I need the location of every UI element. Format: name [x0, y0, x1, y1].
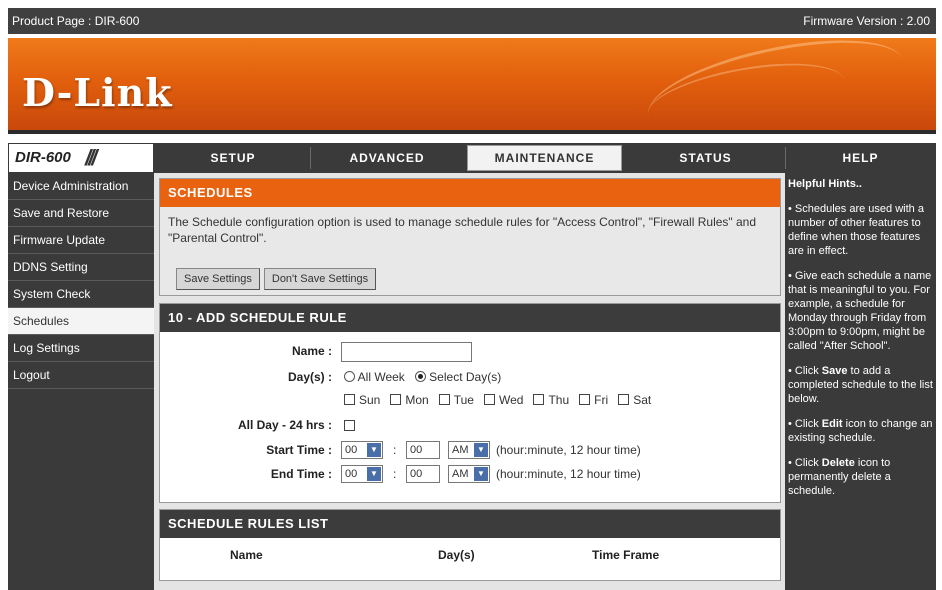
schedule-name-input[interactable]: [341, 342, 472, 362]
column-header-time-frame: Time Frame: [592, 548, 660, 562]
save-settings-button[interactable]: Save Settings: [176, 268, 260, 290]
settings-buttons: Save Settings Don't Save Settings: [176, 268, 380, 290]
chevron-down-icon: ▼: [367, 467, 381, 481]
end-hour-select[interactable]: 00 ▼: [341, 465, 383, 483]
sidebar-item-firmware-update[interactable]: Firmware Update: [8, 227, 154, 254]
fri-checkbox[interactable]: [579, 394, 591, 405]
sidebar-item-save-and-restore[interactable]: Save and Restore: [8, 200, 154, 227]
chevron-down-icon: ▼: [367, 443, 381, 457]
end-ampm-value: AM: [452, 468, 469, 480]
start-hour-value: 00: [345, 444, 358, 456]
start-ampm-select[interactable]: AM ▼: [448, 441, 490, 459]
dont-save-settings-button[interactable]: Don't Save Settings: [263, 268, 377, 290]
time-colon: :: [393, 443, 397, 457]
days-mode-group: All Week Select Day(s): [344, 370, 501, 384]
left-sidebar: Device Administration Save and Restore F…: [8, 173, 154, 590]
schedules-panel: SCHEDULES The Schedule configuration opt…: [159, 178, 781, 296]
sidebar-item-logout[interactable]: Logout: [8, 362, 154, 389]
column-header-name: Name: [230, 548, 263, 562]
tue-checkbox[interactable]: [438, 394, 450, 405]
all-day-checkbox[interactable]: [344, 420, 355, 431]
fri-label: Fri: [594, 393, 609, 407]
wed-checkbox[interactable]: [483, 394, 495, 405]
start-minute-input[interactable]: 00: [406, 441, 440, 459]
brand-banner: D-Link: [8, 38, 936, 134]
help-hint-naming: • Give each schedule a name that is mean…: [788, 270, 932, 352]
mon-checkbox[interactable]: [390, 394, 402, 405]
end-ampm-select[interactable]: AM ▼: [448, 465, 490, 483]
sidebar-item-ddns-setting[interactable]: DDNS Setting: [8, 254, 154, 281]
help-hint-keyword: Edit: [821, 418, 843, 430]
sidebar-item-device-administration[interactable]: Device Administration: [8, 173, 154, 200]
model-name: DIR-600: [15, 149, 71, 166]
start-hour-select[interactable]: 00 ▼: [341, 441, 383, 459]
thu-label: Thu: [548, 393, 570, 407]
tab-advanced[interactable]: ADVANCED: [312, 143, 462, 173]
all-week-label: All Week: [357, 370, 405, 384]
help-hint-keyword: Save: [821, 365, 848, 377]
top-info-bar: Product Page : DIR-600 Firmware Version …: [8, 8, 936, 34]
schedule-rules-list-heading: SCHEDULE RULES LIST: [160, 510, 780, 538]
sun-checkbox[interactable]: [344, 394, 355, 405]
end-time-hint: (hour:minute, 12 hour time): [496, 467, 641, 481]
start-time-label: Start Time :: [266, 443, 332, 457]
tab-maintenance[interactable]: MAINTENANCE: [467, 145, 622, 171]
time-colon: :: [393, 467, 397, 481]
tab-setup[interactable]: SETUP: [158, 143, 308, 173]
tue-label: Tue: [453, 393, 474, 407]
help-hint-delete: • Click Delete icon to permanently delet…: [785, 445, 936, 498]
help-hint-text: • Click: [788, 365, 822, 377]
start-ampm-value: AM: [452, 444, 469, 456]
end-time-label: End Time :: [270, 467, 332, 481]
top-navigation: DIR-600 /// SETUP ADVANCED MAINTENANCE S…: [8, 143, 936, 173]
column-header-days: Day(s): [438, 548, 475, 562]
thu-checkbox[interactable]: [533, 394, 545, 405]
tab-help[interactable]: HELP: [785, 143, 936, 173]
chevron-down-icon: ▼: [474, 467, 488, 481]
sidebar-item-log-settings[interactable]: Log Settings: [8, 335, 154, 362]
dlink-logo: D-Link: [22, 70, 173, 115]
add-schedule-rule-panel: 10 - ADD SCHEDULE RULE Name : Day(s) : A…: [159, 303, 781, 503]
select-days-label: Select Day(s): [429, 370, 502, 384]
help-hint-schedules: • Schedules are used with a number of ot…: [788, 203, 924, 257]
chevron-down-icon: ▼: [474, 443, 488, 457]
help-hint-edit: • Click Edit icon to change an existing …: [785, 406, 936, 445]
end-hour-value: 00: [345, 468, 358, 480]
sat-label: Sat: [633, 393, 652, 407]
product-page-label: Product Page : DIR-600: [12, 14, 140, 28]
model-badge: DIR-600 ///: [8, 143, 154, 173]
main-content: SCHEDULES The Schedule configuration opt…: [154, 173, 785, 590]
firmware-version-label: Firmware Version : 2.00: [803, 14, 930, 28]
schedule-rules-list-panel: SCHEDULE RULES LIST Name Day(s) Time Fra…: [159, 509, 781, 581]
wed-label: Wed: [498, 393, 524, 407]
help-hint-text: • Click: [788, 418, 822, 430]
schedules-description: The Schedule configuration option is use…: [168, 215, 757, 245]
help-hint-keyword: Delete: [821, 457, 855, 469]
help-hint-text: • Click: [788, 457, 822, 469]
schedules-heading: SCHEDULES: [160, 179, 780, 207]
start-time-hint: (hour:minute, 12 hour time): [496, 443, 641, 457]
help-hint-save: • Click Save to add a completed schedule…: [785, 353, 936, 406]
sidebar-item-system-check[interactable]: System Check: [8, 281, 154, 308]
tab-status[interactable]: STATUS: [628, 143, 783, 173]
all-day-label: All Day - 24 hrs :: [237, 418, 332, 432]
sun-label: Sun: [359, 393, 381, 407]
help-title: Helpful Hints..: [788, 178, 862, 190]
days-label: Day(s) :: [287, 370, 332, 384]
model-slashes-decoration: ///: [85, 145, 97, 170]
add-schedule-rule-heading: 10 - ADD SCHEDULE RULE: [160, 304, 780, 332]
end-minute-input[interactable]: 00: [406, 465, 440, 483]
select-days-radio[interactable]: [414, 371, 426, 382]
help-panel: Helpful Hints.. • Schedules are used wit…: [785, 173, 936, 590]
sidebar-item-schedules[interactable]: Schedules: [8, 308, 154, 335]
nav-divider: [310, 147, 311, 169]
sat-checkbox[interactable]: [618, 394, 630, 405]
mon-label: Mon: [405, 393, 429, 407]
all-week-radio[interactable]: [344, 371, 355, 382]
name-label: Name :: [291, 344, 332, 358]
day-checkboxes: Sun Mon Tue Wed Thu Fri Sat: [344, 393, 651, 407]
